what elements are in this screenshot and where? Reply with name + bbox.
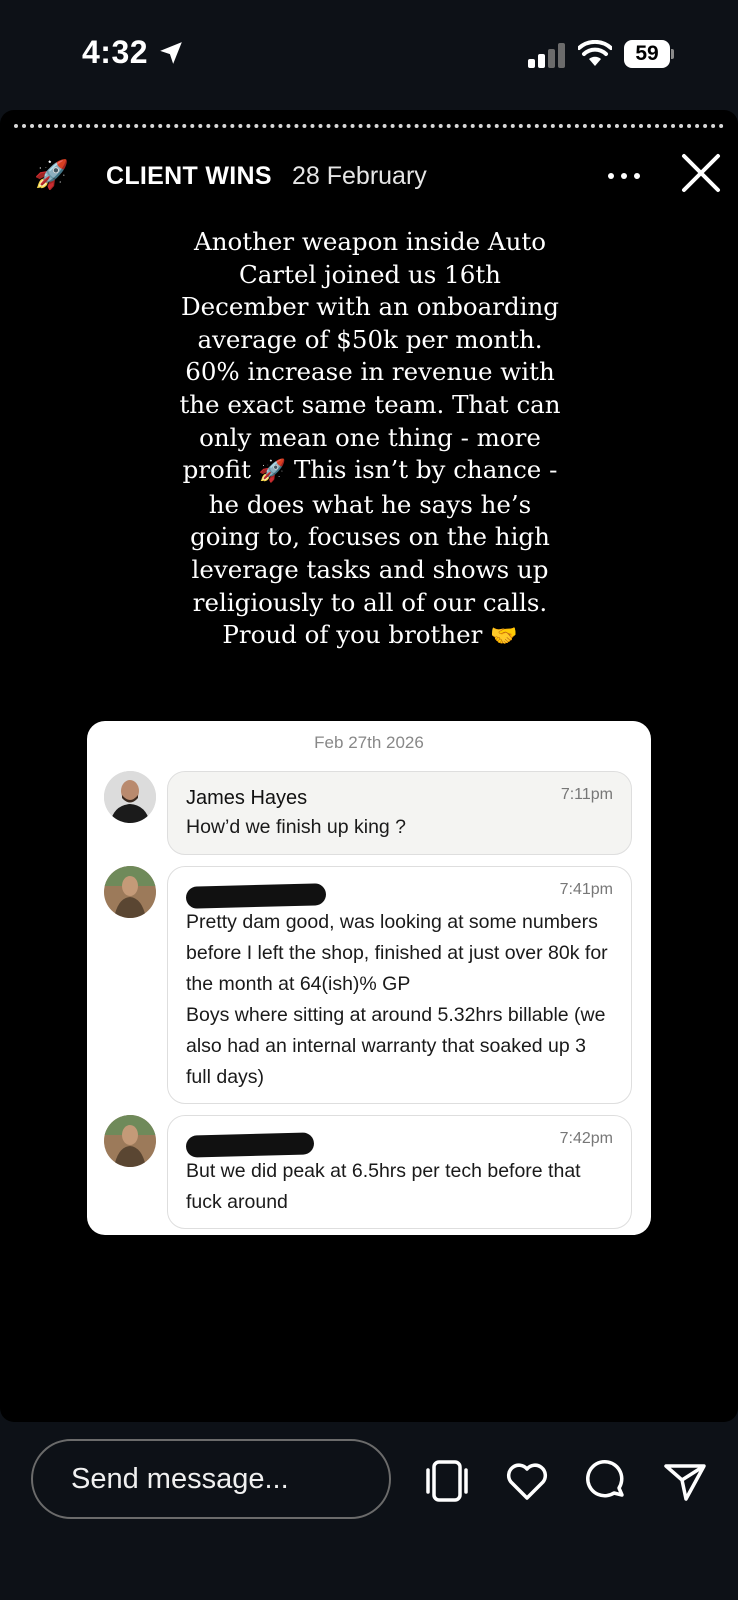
message-time: 7:41pm <box>559 881 613 898</box>
comment-icon[interactable] <box>584 1458 630 1504</box>
redaction-mark <box>185 883 327 909</box>
message-bubble: 7:41pm Pretty dam good, was looking at s… <box>167 866 632 1104</box>
story-viewer[interactable]: 🚀 CLIENT WINS 28 February Another weapon… <box>0 110 738 1422</box>
chat-screenshot-card: Feb 27th 2026 James Hayes 7:11pm How’d w… <box>87 721 651 1235</box>
caption-text-1: Another weapon inside Auto Cartel joined… <box>179 227 561 485</box>
message-time: 7:11pm <box>560 786 613 803</box>
location-arrow-icon <box>160 42 182 64</box>
message-bubble: 7:42pm But we did peak at 6.5hrs per tec… <box>167 1115 632 1229</box>
avatar <box>104 1115 156 1167</box>
status-time: 4:32 <box>82 34 149 70</box>
message-sender-redacted <box>185 879 613 909</box>
story-reply-bar <box>0 1422 738 1600</box>
battery-icon: 59 <box>624 40 674 68</box>
battery-level: 59 <box>635 42 659 65</box>
handshake-emoji: 🤝 <box>490 624 518 650</box>
close-icon[interactable] <box>680 152 722 194</box>
avatar <box>104 866 156 918</box>
share-icon[interactable] <box>662 1458 708 1504</box>
avatar <box>104 771 156 823</box>
send-message-input[interactable] <box>31 1439 391 1519</box>
story-header: 🚀 CLIENT WINS 28 February <box>0 146 738 206</box>
message-text: But we did peak at 6.5hrs per tech befor… <box>186 1160 581 1213</box>
rocket-emoji: 🚀 <box>258 459 287 485</box>
story-progress-bar <box>14 124 724 128</box>
redaction-mark <box>185 1132 315 1158</box>
status-bar: 4:32 59 <box>0 0 738 110</box>
caption-text-2: This isn’t by chance - he does what he s… <box>190 455 558 650</box>
reels-icon[interactable] <box>424 1458 470 1504</box>
wifi-icon <box>578 40 612 66</box>
message-time: 7:42pm <box>559 1130 613 1147</box>
message-text: How’d we finish up king ? <box>186 816 407 838</box>
message-sender-redacted <box>185 1128 613 1158</box>
message-bubble: James Hayes 7:11pm How’d we finish up ki… <box>167 771 632 855</box>
message-sender: James Hayes <box>186 787 308 809</box>
story-caption: Another weapon inside Auto Cartel joined… <box>175 226 565 654</box>
heart-icon[interactable] <box>504 1458 550 1504</box>
more-options-icon[interactable] <box>604 160 644 190</box>
story-date: 28 February <box>292 162 427 190</box>
cellular-signal-icon <box>528 42 568 68</box>
story-author[interactable]: CLIENT WINS <box>106 162 272 191</box>
chat-date: Feb 27th 2026 <box>314 733 424 752</box>
message-text: Pretty dam good, was looking at some num… <box>186 911 608 1088</box>
rocket-icon: 🚀 <box>34 159 69 190</box>
